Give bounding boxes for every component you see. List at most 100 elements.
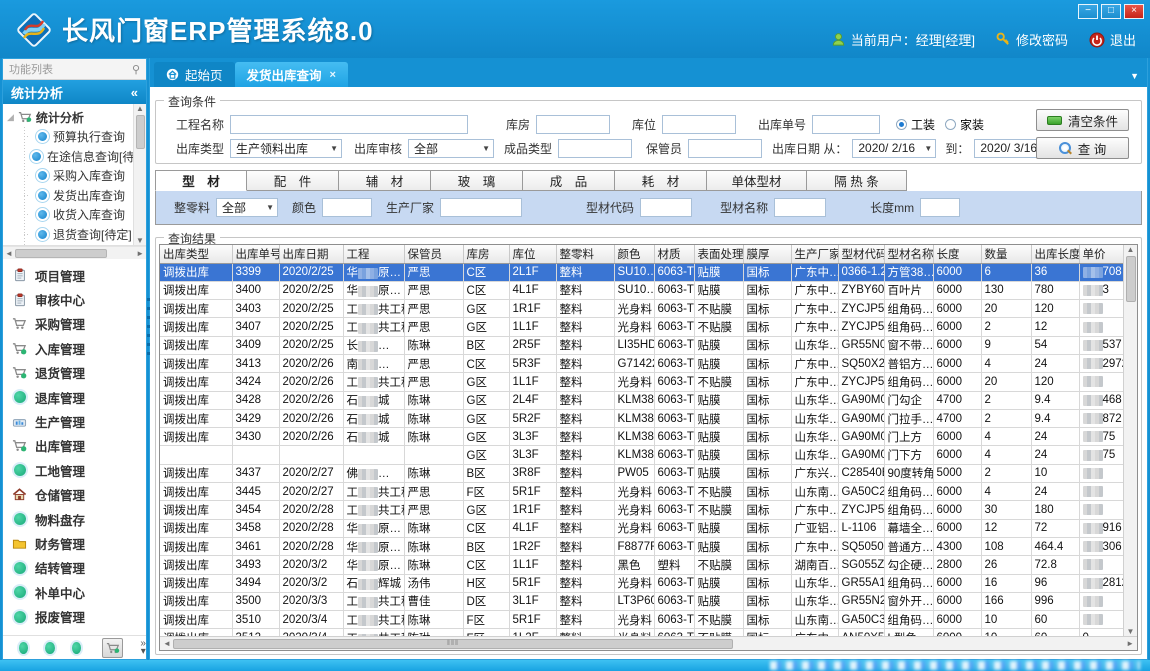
table-cell[interactable]: 不贴膜	[694, 483, 743, 501]
table-cell[interactable]: 3494	[232, 574, 279, 592]
table-cell[interactable]: KLM3817	[614, 446, 654, 464]
table-cell[interactable]: 严思	[404, 373, 463, 391]
table-cell[interactable]: 6000	[933, 373, 981, 391]
table-cell[interactable]: GA90M06.	[838, 391, 884, 409]
table-row[interactable]: 调拨出库35122020/3/4工共工程陈琳F区1L2F整料光身料6063-T5…	[160, 629, 1123, 636]
grid-vscroll-thumb[interactable]	[1126, 256, 1136, 302]
table-cell[interactable]: 1R2F	[509, 537, 556, 555]
table-cell[interactable]: 306	[1079, 537, 1123, 555]
table-cell[interactable]: 4	[981, 483, 1031, 501]
table-cell[interactable]: 贴膜	[694, 391, 743, 409]
table-cell[interactable]: 26	[981, 556, 1031, 574]
product-type-input[interactable]	[558, 139, 632, 158]
table-cell[interactable]: 光身料	[614, 373, 654, 391]
table-cell[interactable]: 2020/3/3	[279, 592, 343, 610]
table-cell[interactable]: 3409	[232, 336, 279, 354]
table-cell[interactable]: 国标	[743, 446, 791, 464]
change-password-button[interactable]: 修改密码	[996, 30, 1068, 49]
table-cell[interactable]: 严思	[404, 263, 463, 281]
table-cell[interactable]	[1079, 300, 1123, 318]
table-cell[interactable]: 光身料	[614, 501, 654, 519]
table-cell[interactable]: 整料	[556, 281, 614, 299]
table-cell[interactable]: 国标	[743, 281, 791, 299]
table-cell[interactable]: 4700	[933, 409, 981, 427]
table-cell[interactable]: 黑色	[614, 556, 654, 574]
table-cell[interactable]: 6000	[933, 318, 981, 336]
table-cell[interactable]: 广东中…	[791, 300, 838, 318]
table-cell[interactable]: 国标	[743, 483, 791, 501]
table-cell[interactable]: 6000	[933, 428, 981, 446]
table-cell[interactable]: 2020/2/28	[279, 501, 343, 519]
table-cell[interactable]: 国标	[743, 537, 791, 555]
table-cell[interactable]: 3403	[232, 300, 279, 318]
table-cell[interactable]: 光身料	[614, 574, 654, 592]
table-cell[interactable]: 石城	[343, 409, 404, 427]
table-cell[interactable]: 2800	[933, 556, 981, 574]
table-cell[interactable]: 陈琳	[404, 391, 463, 409]
table-cell[interactable]: 国标	[743, 574, 791, 592]
table-cell[interactable]: 整料	[556, 391, 614, 409]
sidebar-panel-header[interactable]: 统计分析 «	[3, 80, 146, 104]
table-cell[interactable]: 3R8F	[509, 464, 556, 482]
table-cell[interactable]: 3510	[232, 611, 279, 629]
table-cell[interactable]: 0366-1.2	[838, 263, 884, 281]
table-cell[interactable]: 工共工程	[343, 373, 404, 391]
table-cell[interactable]: 537	[1079, 336, 1123, 354]
table-cell[interactable]: 国标	[743, 611, 791, 629]
table-cell[interactable]: 130	[981, 281, 1031, 299]
table-cell[interactable]	[1079, 501, 1123, 519]
table-cell[interactable]: 6063-T5	[654, 501, 694, 519]
table-cell[interactable]: LT3P60	[614, 592, 654, 610]
table-cell[interactable]: 调拨出库	[160, 263, 232, 281]
table-row[interactable]: 调拨出库35002020/3/3工共工程曹佳D区3L1F整料LT3P606063…	[160, 592, 1123, 610]
table-cell[interactable]: 国标	[743, 354, 791, 372]
tab-home[interactable]: 起始页	[154, 62, 235, 87]
sidebar-module-出库管理[interactable]: 出库管理	[3, 434, 146, 458]
table-cell[interactable]: 组角码…	[884, 611, 933, 629]
column-header-颜色[interactable]: 颜色	[614, 245, 654, 263]
table-cell[interactable]: 湖南百…	[791, 556, 838, 574]
column-header-保管员[interactable]: 保管员	[404, 245, 463, 263]
table-cell[interactable]: 780	[1031, 281, 1079, 299]
table-cell[interactable]: 1L1F	[509, 318, 556, 336]
table-cell[interactable]: 3428	[232, 391, 279, 409]
table-cell[interactable]: 6063-T5	[654, 409, 694, 427]
table-cell[interactable]: 广东中…	[791, 537, 838, 555]
table-cell[interactable]: 贴膜	[694, 336, 743, 354]
table-cell[interactable]: 不贴膜	[694, 611, 743, 629]
table-cell[interactable]: 9.4	[1031, 391, 1079, 409]
table-cell[interactable]: 75	[1079, 428, 1123, 446]
table-cell[interactable]: KLM3817	[614, 391, 654, 409]
table-cell[interactable]: 3493	[232, 556, 279, 574]
table-cell[interactable]: B区	[463, 336, 509, 354]
table-cell[interactable]: 6000	[933, 501, 981, 519]
table-cell[interactable]: GR55A11	[838, 574, 884, 592]
table-cell[interactable]: 6000	[933, 446, 981, 464]
table-cell[interactable]: 整料	[556, 483, 614, 501]
table-cell[interactable]: PW05	[614, 464, 654, 482]
length-input[interactable]	[920, 198, 960, 217]
table-cell[interactable]: 120	[1031, 300, 1079, 318]
table-cell[interactable]: C区	[463, 263, 509, 281]
sidebar-module-物料盘存[interactable]: 物料盘存	[3, 507, 146, 531]
maximize-button[interactable]: □	[1101, 4, 1121, 19]
table-cell[interactable]: 华原…	[343, 263, 404, 281]
table-cell[interactable]: 华原…	[343, 556, 404, 574]
column-header-出库单号[interactable]: 出库单号	[232, 245, 279, 263]
table-row[interactable]: 调拨出库34282020/2/26石城陈琳G区2L4F整料KLM38176063…	[160, 391, 1123, 409]
table-cell[interactable]: 门下方	[884, 446, 933, 464]
warehouse-input[interactable]	[536, 115, 610, 134]
table-cell[interactable]: 贴膜	[694, 537, 743, 555]
table-cell[interactable]: 3458	[232, 519, 279, 537]
table-cell[interactable]: 工共工程	[343, 592, 404, 610]
table-cell[interactable]: L-1106	[838, 519, 884, 537]
table-cell[interactable]: 2020/2/28	[279, 519, 343, 537]
table-cell[interactable]: 24	[1031, 483, 1079, 501]
table-cell[interactable]: 调拨出库	[160, 318, 232, 336]
table-row[interactable]: 调拨出库35102020/3/4工共工程陈琳F区5R1F整料光身料6063-T5…	[160, 611, 1123, 629]
radio-industrial[interactable]: 工装	[896, 116, 935, 133]
column-header-长度[interactable]: 长度	[933, 245, 981, 263]
table-cell[interactable]: 3461	[232, 537, 279, 555]
table-cell[interactable]: 3400	[232, 281, 279, 299]
table-cell[interactable]: 6063-T5	[654, 629, 694, 636]
